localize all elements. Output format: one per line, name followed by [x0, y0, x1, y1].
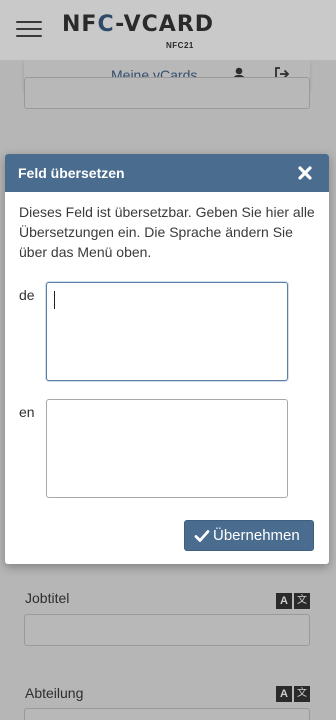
translation-input-de[interactable]	[46, 282, 288, 381]
hamburger-menu-icon[interactable]	[16, 18, 42, 40]
jobtitle-input[interactable]	[24, 614, 310, 646]
language-label-de: de	[19, 287, 35, 303]
modal-title: Feld übersetzen	[18, 165, 125, 181]
close-icon[interactable]	[297, 165, 313, 181]
translation-input-en[interactable]	[46, 399, 288, 498]
text-caret	[54, 291, 55, 309]
translate-icon[interactable]: A 文	[276, 593, 310, 609]
background-text-field[interactable]	[24, 77, 310, 109]
modal-header: Feld übersetzen	[5, 154, 329, 192]
apply-button-label: Übernehmen	[213, 527, 300, 544]
jobtitle-label: Jobtitel	[25, 590, 70, 606]
modal-description: Dieses Feld ist übersetzbar. Geben Sie h…	[19, 204, 315, 260]
nfc-vcard-logo[interactable]: NFC-VCARD NFC21	[62, 10, 213, 54]
translate-field-modal: Feld übersetzen Dieses Feld ist übersetz…	[5, 154, 329, 564]
app-header: NFC-VCARD NFC21	[0, 0, 336, 60]
department-input[interactable]	[24, 708, 310, 720]
translate-icon[interactable]: A 文	[276, 686, 310, 702]
apply-button[interactable]: Übernehmen	[184, 520, 314, 551]
check-icon	[194, 530, 210, 542]
language-label-en: en	[19, 404, 35, 420]
department-label: Abteilung	[25, 685, 84, 701]
